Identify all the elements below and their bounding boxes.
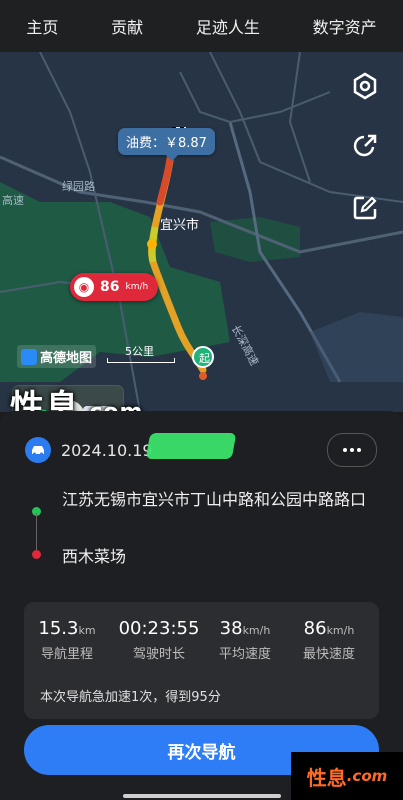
edit-icon — [353, 196, 377, 220]
map-scale-bar — [107, 358, 175, 363]
redaction-scribble — [145, 433, 237, 459]
trip-stats-card: 15.3km 导航里程 00:23:55 驾驶时长 38km/h 平均速度 86… — [24, 602, 379, 719]
max-speed-tag: ◉ 86 km/h — [70, 273, 159, 301]
driving-score-note: 本次导航急加速1次，得到95分 — [40, 690, 221, 705]
edit-button[interactable] — [351, 194, 383, 226]
trip-detail-sheet: 2024.10.19 江苏无锡市宜兴市丁山中路和公园中路路口 西木菜场 15.3… — [0, 411, 403, 800]
start-address: 江苏无锡市宜兴市丁山中路和公园中路路口 — [62, 490, 367, 509]
trip-date: 2024.10.19 — [61, 441, 153, 460]
road-label: 绿园路 — [62, 180, 95, 193]
stat-avg-speed: 38km/h 平均速度 — [218, 618, 271, 662]
map-scale-label: 5公里 — [125, 345, 154, 358]
end-address: 西木菜场 — [62, 547, 127, 566]
watermark-bottom: 性息 .com — [291, 752, 403, 800]
share-button[interactable] — [351, 132, 383, 164]
tab-home[interactable]: 主页 — [26, 14, 58, 38]
water-area — [310, 312, 403, 382]
car-icon — [25, 437, 51, 463]
city-label: 宜兴市 — [160, 218, 200, 233]
amap-logo: 高德地图 — [17, 345, 97, 368]
top-tab-bar: 主页 贡献 足迹人生 数字资产 — [0, 0, 403, 53]
road — [288, 52, 311, 183]
tab-contribution[interactable]: 贡献 — [111, 14, 143, 38]
stat-max-speed: 86km/h 最快速度 — [302, 618, 355, 662]
road — [179, 71, 331, 124]
share-icon — [353, 134, 377, 157]
stat-distance: 15.3km 导航里程 — [38, 618, 96, 662]
tab-digital-assets[interactable]: 数字资产 — [313, 14, 377, 38]
tab-footprint[interactable]: 足迹人生 — [196, 14, 260, 38]
home-indicator[interactable] — [123, 794, 281, 798]
speed-point-icon — [147, 239, 157, 249]
road-label: 高速 — [2, 194, 24, 207]
stat-duration: 00:23:55 驾驶时长 — [118, 618, 200, 662]
settings-icon — [353, 72, 377, 100]
settings-button[interactable] — [351, 72, 383, 104]
route-end-dot — [32, 550, 41, 559]
speed-gauge-icon: ◉ — [74, 277, 94, 297]
route-map[interactable]: 油费：￥8.87 ◉ 86 km/h 宜兴市 绿园路 高速 长深高速 起 高德地… — [0, 52, 403, 412]
fuel-cost-bubble: 油费：￥8.87 — [118, 128, 215, 161]
start-label: 起 — [199, 352, 210, 365]
amap-logo-icon — [21, 348, 37, 365]
more-icon — [343, 448, 347, 452]
max-speed-unit: km/h — [125, 282, 149, 292]
route-connector — [36, 513, 37, 551]
amap-logo-text: 高德地图 — [40, 351, 93, 366]
max-speed-value: 86 — [100, 279, 120, 295]
more-options-button[interactable] — [327, 433, 377, 467]
